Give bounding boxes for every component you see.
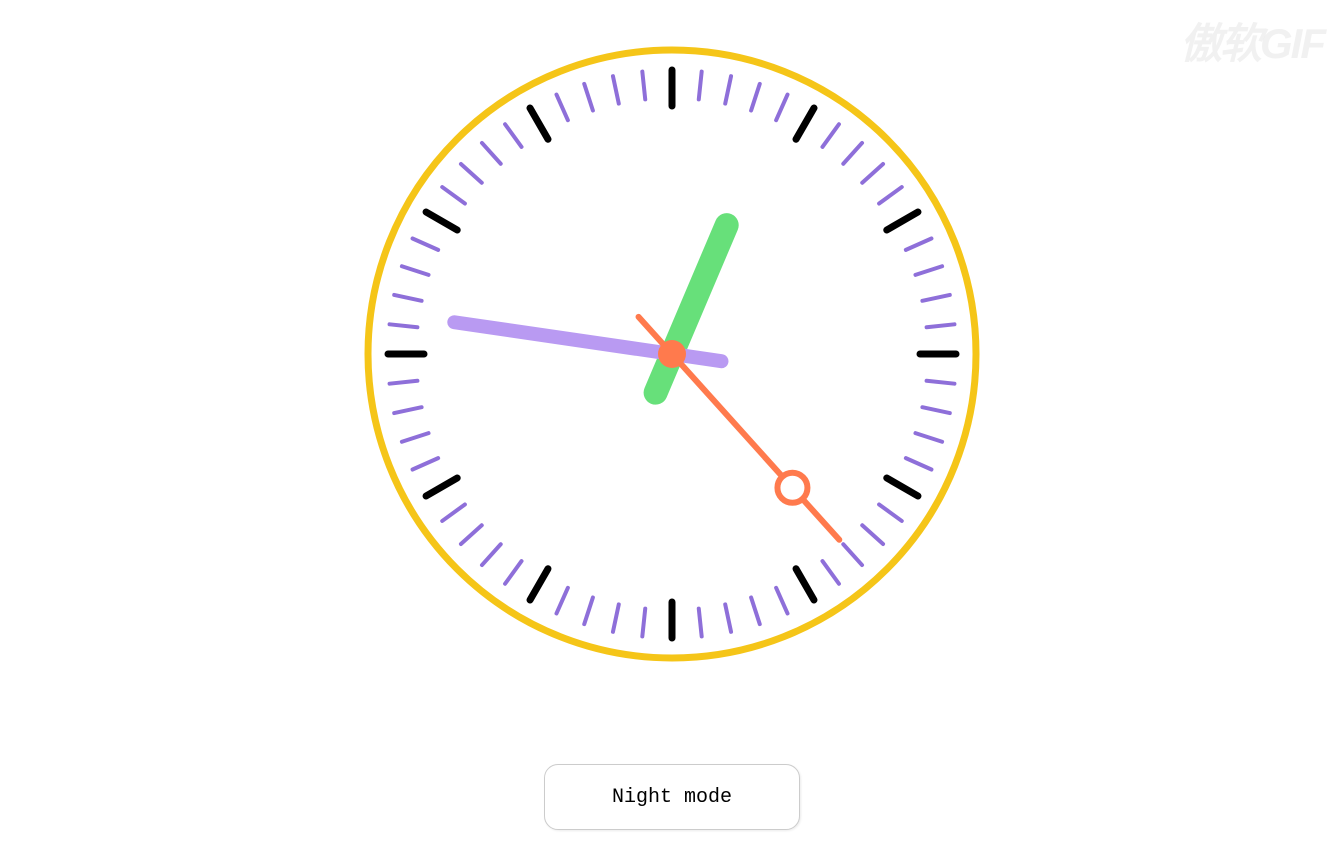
night-mode-button[interactable]: Night mode <box>544 764 800 830</box>
clock-face <box>364 46 980 662</box>
second-hand-ring <box>777 473 807 503</box>
analog-clock <box>364 46 980 667</box>
watermark-text: 傲软GIF <box>1180 10 1324 71</box>
clock-center-dot <box>658 340 686 368</box>
